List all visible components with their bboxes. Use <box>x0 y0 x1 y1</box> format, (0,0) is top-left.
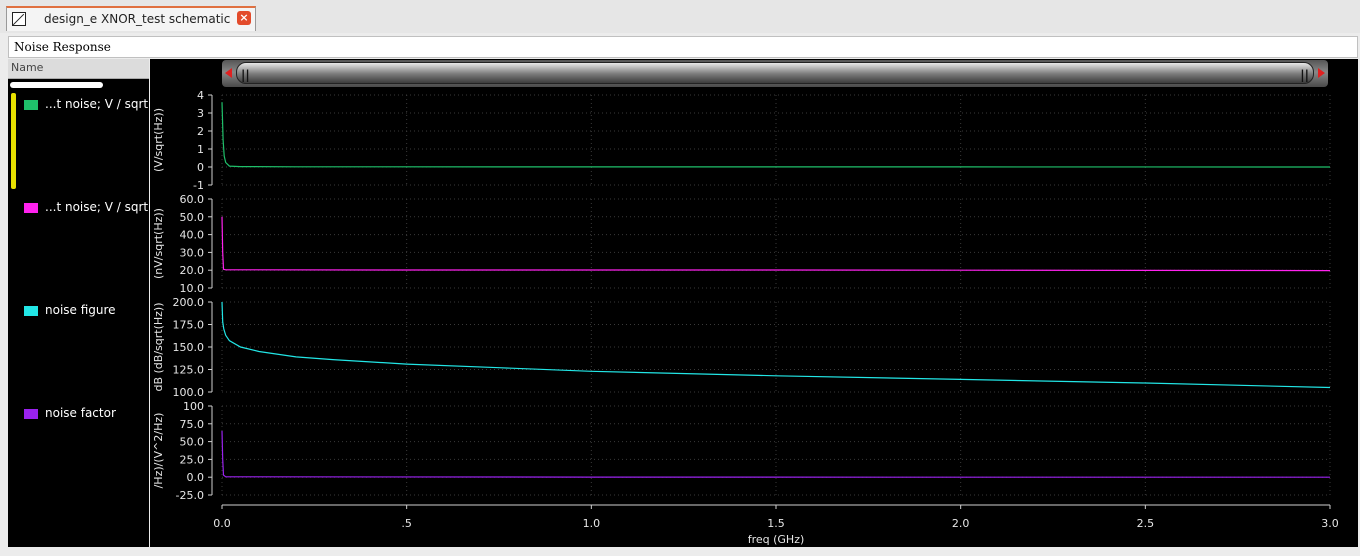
name-column-header[interactable]: Name <box>8 59 149 79</box>
tab-schematic[interactable]: design_e XNOR_test schematic × <box>6 6 256 31</box>
legend-swatch <box>24 202 38 213</box>
legend-label: noise figure <box>45 303 116 317</box>
scroll-left-icon[interactable] <box>225 68 232 78</box>
legend-item-output-noise-v[interactable]: ...t noise; V / sqrt(H <box>24 97 162 113</box>
legend-item-input-noise-nv[interactable]: ...t noise; V / sqrt(H <box>24 200 162 216</box>
x-range-scrollbar[interactable]: || || <box>222 60 1328 87</box>
legend-label: noise factor <box>45 406 116 420</box>
close-icon[interactable]: × <box>237 11 251 25</box>
legend-item-noise-figure[interactable]: noise figure <box>24 303 116 319</box>
legend-swatch <box>24 99 38 110</box>
right-grip-icon[interactable]: || <box>1300 68 1309 82</box>
tab-title: design_e XNOR_test schematic <box>44 12 231 26</box>
left-grip-icon[interactable]: || <box>241 68 250 82</box>
plot-area <box>150 59 1358 547</box>
legend-swatch <box>24 305 38 316</box>
trace-sidebar: Name ...t noise; V / sqrt(H ...t noise; … <box>8 59 162 547</box>
sidebar-scrollbar[interactable] <box>10 82 103 88</box>
selection-rail <box>11 93 16 189</box>
panel-title: Noise Response <box>8 36 1358 58</box>
legend-swatch <box>24 408 38 419</box>
scroll-thumb[interactable]: || || <box>236 62 1314 84</box>
scroll-right-icon[interactable] <box>1318 68 1325 78</box>
legend-item-noise-factor[interactable]: noise factor <box>24 406 116 422</box>
tab-bar: design_e XNOR_test schematic × <box>0 0 1360 33</box>
schematic-icon <box>12 12 26 26</box>
legend-label: ...t noise; V / sqrt(H <box>45 97 162 111</box>
legend-label: ...t noise; V / sqrt(H <box>45 200 162 214</box>
